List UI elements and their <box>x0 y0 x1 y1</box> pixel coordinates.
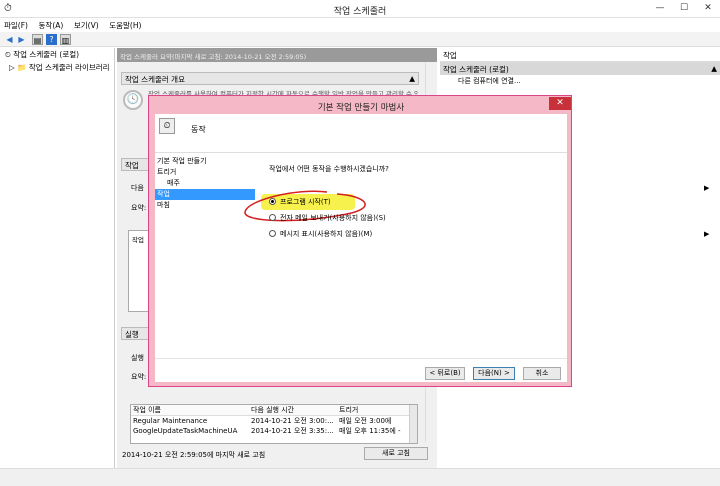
status-summary-label: 요약: <box>131 204 147 212</box>
title-bar: ⏱ 작업 스케줄러 — ☐ ✕ <box>0 0 720 18</box>
close-button[interactable]: ✕ <box>700 2 716 14</box>
table-scrollbar[interactable] <box>409 405 417 443</box>
table-row[interactable]: GoogleUpdateTaskMachineUA 2014-10-21 오전 … <box>131 426 409 436</box>
last-refresh-text: 2014-10-21 오전 2:59:05에 마지막 새로 고침 <box>122 451 266 459</box>
status-list-box: 작업 <box>128 230 150 312</box>
action-pane-icon[interactable]: ▥ <box>60 34 71 45</box>
next-button[interactable]: 다음(N) > <box>473 367 515 380</box>
step-create: 기본 작업 만들기 <box>157 157 207 165</box>
maximize-button[interactable]: ☐ <box>676 2 692 14</box>
toolbar: ◀ ▶ ▤ ? ▥ <box>0 32 720 47</box>
clock-icon: 🕓 <box>123 90 143 110</box>
menu-help[interactable]: 도움말(H) <box>105 18 145 33</box>
tree-item-library[interactable]: ▷ 📁 작업 스케줄러 라이브러리 <box>3 61 114 74</box>
dialog-divider <box>155 152 567 153</box>
table-row[interactable]: Regular Maintenance 2014-10-21 오전 3:00:.… <box>131 416 409 427</box>
col-trigger[interactable]: 트리거 <box>337 405 409 416</box>
help-icon[interactable]: ? <box>46 34 57 45</box>
active-tasks-table: 작업 이름 다음 실행 시간 트리거 Regular Maintenance 2… <box>130 404 418 444</box>
refresh-button[interactable]: 새로 고침 <box>364 447 428 460</box>
wizard-icon: ⏲ <box>159 118 175 134</box>
forward-arrow-icon[interactable]: ▶ <box>16 34 27 45</box>
dialog-heading: 동작 <box>191 125 206 134</box>
option-show-message[interactable]: 메시지 표시(사용하지 않음)(M) <box>269 228 372 240</box>
col-next-run[interactable]: 다음 실행 시간 <box>249 405 337 416</box>
radio-on-icon <box>269 198 276 205</box>
window-title: 작업 스케줄러 <box>333 7 387 17</box>
dialog-title: 기본 작업 만들기 마법사 <box>317 103 405 113</box>
minimize-button[interactable]: — <box>652 2 668 14</box>
option-start-program[interactable]: 프로그램 시작(T) <box>269 196 331 208</box>
console-tree: ⏲ 작업 스케줄러 (로컬) ▷ 📁 작업 스케줄러 라이브러리 <box>3 48 115 468</box>
radio-off-icon <box>269 214 276 221</box>
radio-off-icon <box>269 230 276 237</box>
status-bar: 2014-10-21 오전 2:59:05에 마지막 새로 고침 <box>0 451 720 486</box>
option-send-email[interactable]: 전자 메일 보내기(사용하지 않음)(S) <box>269 212 386 224</box>
actions-header: 작업 <box>440 48 720 62</box>
step-trigger: 트리거 <box>157 168 177 176</box>
menu-bar: 파일(F) 동작(A) 보기(V) 도움말(H) <box>0 18 720 32</box>
actions-selected-node[interactable]: 작업 스케줄러 (로컬) ▲ <box>440 62 720 75</box>
submenu-arrow-icon-2[interactable]: ▶ <box>704 230 709 238</box>
menu-view[interactable]: 보기(V) <box>70 18 103 33</box>
submenu-arrow-icon[interactable]: ▶ <box>704 184 709 192</box>
collapse-icon[interactable]: ▲ <box>409 74 415 83</box>
cancel-button[interactable]: 취소 <box>523 367 561 380</box>
action-question: 작업에서 어떤 동작을 수행하시겠습니까? <box>269 165 389 173</box>
console-tree-icon[interactable]: ▤ <box>32 34 43 45</box>
collapse-icon[interactable]: ▲ <box>711 64 717 73</box>
status-next-label: 다음 <box>131 184 144 192</box>
status-section-header[interactable]: 작업 상태 <box>121 158 151 171</box>
active-summary-label: 요약: <box>131 373 147 381</box>
tree-item-root[interactable]: ⏲ 작업 스케줄러 (로컬) <box>3 48 114 61</box>
button-divider <box>155 358 567 359</box>
summary-header: 작업 스케줄러 요약(마지막 새로 고침: 2014-10-21 오전 2:59… <box>117 48 437 62</box>
menu-file[interactable]: 파일(F) <box>0 18 32 33</box>
action-connect[interactable]: 다른 컴퓨터에 연결... <box>440 75 720 86</box>
back-arrow-icon[interactable]: ◀ <box>4 34 15 45</box>
overview-section-header[interactable]: 작업 스케줄러 개요 ▲ <box>121 72 419 85</box>
dialog-body: ⏲ 동작 기본 작업 만들기 트리거 매주 작업 마침 작업에서 어떤 동작을 … <box>155 114 567 382</box>
active-run-label: 실행 <box>131 354 144 362</box>
col-task-name[interactable]: 작업 이름 <box>131 405 249 416</box>
back-button[interactable]: < 뒤로(B) <box>425 367 465 380</box>
dialog-close-button[interactable]: ✕ <box>549 97 571 110</box>
create-basic-task-dialog: 기본 작업 만들기 마법사 ✕ ⏲ 동작 기본 작업 만들기 트리거 매주 작업… <box>148 95 572 387</box>
menu-action[interactable]: 동작(A) <box>35 18 68 33</box>
active-section-header[interactable]: 실행 중 <box>121 327 151 340</box>
